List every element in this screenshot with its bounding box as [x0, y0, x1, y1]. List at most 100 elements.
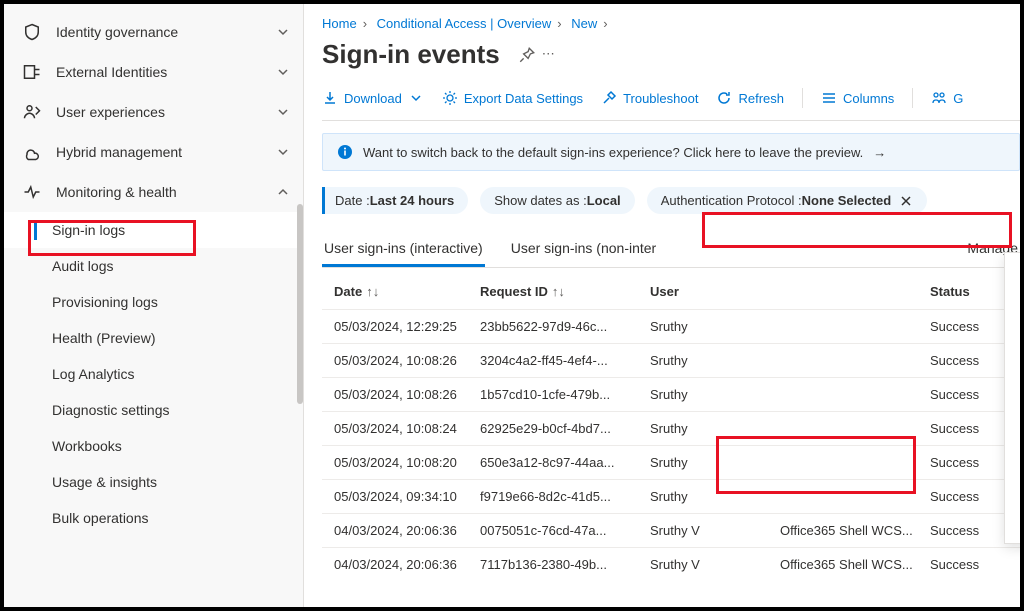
sidebar-item-hybrid-management[interactable]: Hybrid management	[4, 132, 303, 172]
refresh-button[interactable]: Refresh	[716, 90, 784, 106]
nav-label: Provisioning logs	[52, 294, 291, 310]
filter-value: Local	[587, 193, 621, 208]
cell-request: 62925e29-b0cf-4bd7...	[480, 421, 650, 436]
table-row[interactable]: 04/03/2024, 20:06:367117b136-2380-49b...…	[322, 547, 1020, 581]
pin-icon[interactable]	[518, 46, 536, 64]
cell-date: 05/03/2024, 09:34:10	[322, 489, 480, 504]
sidebar-subitem-usage-insights[interactable]: Usage & insights	[4, 464, 303, 500]
nav-label: Log Analytics	[52, 366, 291, 382]
sidebar-item-identity-governance[interactable]: Identity governance	[4, 12, 303, 52]
table-row[interactable]: 05/03/2024, 10:08:2462925e29-b0cf-4bd7..…	[322, 411, 1020, 445]
main-content: Home› Conditional Access | Overview› New…	[304, 4, 1020, 607]
table-row[interactable]: 05/03/2024, 09:34:10f9719e66-8d2c-41d5..…	[322, 479, 1020, 513]
filter-label: Show dates as :	[494, 193, 587, 208]
cell-request: f9719e66-8d2c-41d5...	[480, 489, 650, 504]
external-icon	[22, 62, 42, 82]
close-icon[interactable]	[899, 194, 913, 208]
chevron-down-icon	[408, 90, 424, 106]
sidebar-item-external-identities[interactable]: External Identities	[4, 52, 303, 92]
breadcrumb-conditional-access[interactable]: Conditional Access | Overview	[377, 16, 552, 31]
user-exp-icon	[22, 102, 42, 122]
sidebar-subitem-health-preview[interactable]: Health (Preview)	[4, 320, 303, 356]
filter-auth-protocol[interactable]: Authentication Protocol : None Selected	[647, 187, 928, 214]
shield-icon	[22, 22, 42, 42]
tab-noninteractive[interactable]: User sign-ins (non-inter	[509, 232, 659, 267]
cell-date: 04/03/2024, 20:06:36	[322, 523, 480, 538]
troubleshoot-button[interactable]: Troubleshoot	[601, 90, 698, 106]
filter-row: Date : Last 24 hours Show dates as : Loc…	[322, 187, 1020, 214]
tool-label: Refresh	[738, 91, 784, 106]
table-row[interactable]: 05/03/2024, 10:08:263204c4a2-ff45-4ef4-.…	[322, 343, 1020, 377]
cell-status: Success	[930, 421, 1010, 436]
cell-date: 05/03/2024, 10:08:26	[322, 353, 480, 368]
filter-label: Authentication Protocol :	[661, 193, 802, 208]
sidebar-subitem-bulk-operations[interactable]: Bulk operations	[4, 500, 303, 536]
sidebar-item-monitoring-health[interactable]: Monitoring & health	[4, 172, 303, 212]
table-row[interactable]: 05/03/2024, 10:08:20650e3a12-8c97-44aa..…	[322, 445, 1020, 479]
sidebar-subitem-diagnostic-settings[interactable]: Diagnostic settings	[4, 392, 303, 428]
th-user[interactable]: User	[650, 284, 780, 299]
sidebar-subitem-provisioning-logs[interactable]: Provisioning logs	[4, 284, 303, 320]
cell-user: Sruthy	[650, 353, 780, 368]
cell-request: 650e3a12-8c97-44aa...	[480, 455, 650, 470]
nav-label: Monitoring & health	[56, 184, 275, 200]
info-banner[interactable]: Want to switch back to the default sign-…	[322, 133, 1020, 171]
breadcrumb-new[interactable]: New	[571, 16, 597, 31]
cell-status: Success	[930, 557, 1010, 572]
chevron-down-icon	[275, 64, 291, 80]
sidebar-subitem-workbooks[interactable]: Workbooks	[4, 428, 303, 464]
scrollbar[interactable]	[297, 204, 303, 404]
group-button[interactable]: G	[931, 90, 963, 106]
arrow-right-icon: →	[873, 145, 886, 160]
sidebar-item-user-experiences[interactable]: User experiences	[4, 92, 303, 132]
sort-icon: ↑↓	[552, 284, 564, 299]
cell-date: 04/03/2024, 20:06:36	[322, 557, 480, 572]
sidebar-subitem-log-analytics[interactable]: Log Analytics	[4, 356, 303, 392]
nav-label: Workbooks	[52, 438, 291, 454]
tabs: User sign-ins (interactive) User sign-in…	[322, 232, 1020, 268]
signin-table: Date↑↓ Request ID↑↓ User Status 05/03/20…	[322, 274, 1020, 581]
sidebar-subitem-audit-logs[interactable]: Audit logs	[4, 248, 303, 284]
cell-user: Sruthy V	[650, 523, 780, 538]
chevron-down-icon	[275, 24, 291, 40]
tab-interactive[interactable]: User sign-ins (interactive)	[322, 232, 485, 267]
table-row[interactable]: 04/03/2024, 20:06:360075051c-76cd-47a...…	[322, 513, 1020, 547]
breadcrumb-sep: ›	[363, 16, 367, 31]
hybrid-icon	[22, 142, 42, 162]
cell-user: Sruthy	[650, 319, 780, 334]
page-title: Sign-in events	[322, 39, 500, 70]
nav-label: Usage & insights	[52, 474, 291, 490]
more-icon[interactable]: ⋯	[542, 46, 560, 64]
cell-request: 7117b136-2380-49b...	[480, 557, 650, 572]
cell-request: 0075051c-76cd-47a...	[480, 523, 650, 538]
cell-status: Success	[930, 455, 1010, 470]
tool-label: Troubleshoot	[623, 91, 698, 106]
filter-show-dates[interactable]: Show dates as : Local	[480, 187, 634, 214]
cell-date: 05/03/2024, 10:08:20	[322, 455, 480, 470]
table-row[interactable]: 05/03/2024, 10:08:261b57cd10-1cfe-479b..…	[322, 377, 1020, 411]
auth-protocol-popover: Authentication Protocol NoneOAuth 2.0ROP…	[1004, 252, 1020, 544]
toolbar-separator	[912, 88, 913, 108]
th-request[interactable]: Request ID↑↓	[480, 284, 650, 299]
download-button[interactable]: Download	[322, 90, 424, 106]
th-date[interactable]: Date↑↓	[322, 284, 480, 299]
banner-text: Want to switch back to the default sign-…	[363, 145, 863, 160]
breadcrumb: Home› Conditional Access | Overview› New…	[322, 16, 1020, 31]
breadcrumb-home[interactable]: Home	[322, 16, 357, 31]
nav-label: Diagnostic settings	[52, 402, 291, 418]
tool-label: Columns	[843, 91, 894, 106]
toolbar: Download Export Data Settings Troublesho…	[322, 88, 1020, 121]
cell-app: Office365 Shell WCS...	[780, 523, 930, 538]
filter-date[interactable]: Date : Last 24 hours	[322, 187, 468, 214]
chevron-down-icon	[275, 104, 291, 120]
cell-request: 1b57cd10-1cfe-479b...	[480, 387, 650, 402]
cell-date: 05/03/2024, 12:29:25	[322, 319, 480, 334]
table-row[interactable]: 05/03/2024, 12:29:2523bb5622-97d9-46c...…	[322, 309, 1020, 343]
cell-status: Success	[930, 353, 1010, 368]
cell-user: Sruthy	[650, 387, 780, 402]
nav-label: Bulk operations	[52, 510, 291, 526]
export-button[interactable]: Export Data Settings	[442, 90, 583, 106]
columns-button[interactable]: Columns	[821, 90, 894, 106]
sidebar-subitem-sign-in-logs[interactable]: Sign-in logs	[4, 212, 303, 248]
th-status[interactable]: Status	[930, 284, 1010, 299]
